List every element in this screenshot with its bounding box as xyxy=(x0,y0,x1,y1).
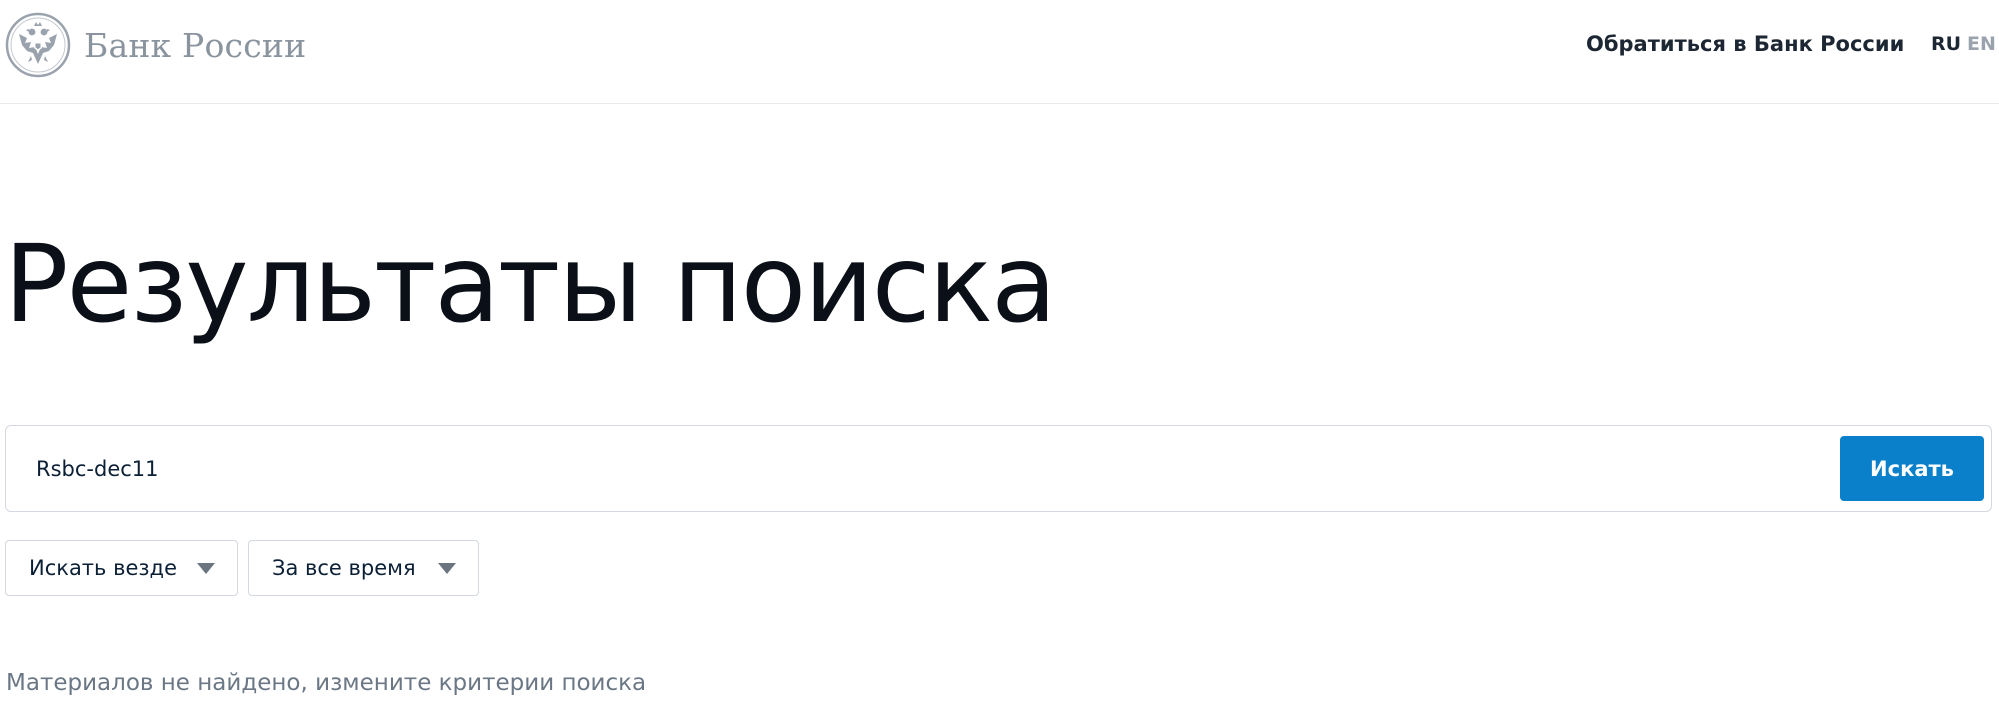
no-results-message: Материалов не найдено, измените критерии… xyxy=(6,670,647,696)
bank-name: Банк России xyxy=(84,25,307,65)
language-ru-link[interactable]: RU xyxy=(1931,33,1961,55)
chevron-down-icon xyxy=(197,563,215,574)
page-title: Результаты поиска xyxy=(4,223,1057,347)
language-en-link[interactable]: EN xyxy=(1967,33,1996,55)
contact-bank-link[interactable]: Обратиться в Банк России xyxy=(1586,32,1904,56)
search-period-select[interactable]: За все время xyxy=(248,540,479,596)
chevron-down-icon xyxy=(438,563,456,574)
search-form: Искать xyxy=(5,425,1992,512)
site-header: Банк России Обратиться в Банк России RU … xyxy=(0,0,1999,104)
bank-logo-link[interactable]: Банк России xyxy=(5,12,306,78)
double-headed-eagle-icon xyxy=(5,12,71,78)
search-scope-selected: Искать везде xyxy=(29,556,177,580)
search-button[interactable]: Искать xyxy=(1840,436,1984,501)
search-period-selected: За все время xyxy=(272,556,416,580)
search-scope-select[interactable]: Искать везде xyxy=(5,540,238,596)
search-input[interactable] xyxy=(36,448,1816,490)
